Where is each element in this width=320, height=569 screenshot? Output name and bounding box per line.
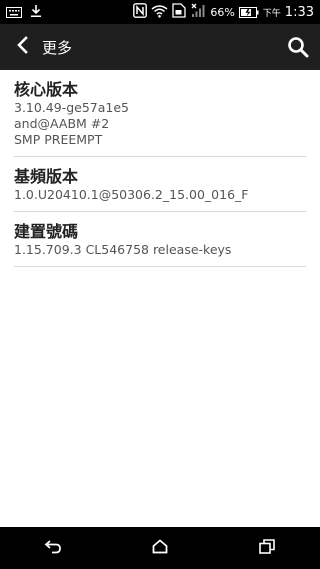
action-bar: 更多 (0, 24, 320, 70)
search-button[interactable] (286, 35, 310, 59)
nfc-icon (133, 2, 148, 22)
settings-list: 核心版本 3.10.49-ge57a1e5 and@AABM #2 SMP PR… (0, 70, 320, 267)
battery-percent: 66% (210, 5, 235, 19)
signal-icon (190, 3, 206, 22)
status-bar: 66% 下午 1:33 (0, 0, 320, 24)
nav-back-button[interactable] (33, 527, 73, 569)
list-item-kernel-version[interactable]: 核心版本 3.10.49-ge57a1e5 and@AABM #2 SMP PR… (14, 70, 306, 157)
sim-icon (172, 2, 186, 22)
item-value: 1.15.709.3 CL546758 release-keys (14, 242, 232, 257)
status-bar-system: 66% 下午 1:33 (129, 2, 314, 22)
item-title: 基頻版本 (14, 167, 79, 186)
item-title: 核心版本 (14, 80, 79, 99)
download-icon (30, 3, 42, 22)
status-ampm: 下午 (262, 8, 281, 19)
back-button[interactable] (4, 24, 40, 70)
item-title: 建置號碼 (14, 222, 79, 241)
home-icon (152, 538, 168, 558)
item-value: and@AABM #2 (14, 116, 110, 131)
battery-icon (238, 3, 259, 22)
back-icon (44, 539, 62, 558)
status-bar-notifications (6, 3, 50, 22)
navigation-bar (0, 527, 320, 569)
item-value: 3.10.49-ge57a1e5 (14, 100, 130, 115)
item-value: SMP PREEMPT (14, 132, 103, 147)
keyboard-icon (6, 3, 22, 22)
status-time: 1:33 (284, 4, 314, 20)
list-item-build-number[interactable]: 建置號碼 1.15.709.3 CL546758 release-keys (14, 212, 306, 267)
recent-apps-icon (258, 538, 275, 558)
page-title: 更多 (42, 38, 73, 57)
nav-recent-apps-button[interactable] (247, 527, 287, 569)
item-value: 1.0.U20410.1@50306.2_15.00_016_F (14, 187, 249, 202)
back-arrow-icon (15, 36, 29, 58)
list-item-baseband-version[interactable]: 基頻版本 1.0.U20410.1@50306.2_15.00_016_F (14, 157, 306, 212)
wifi-icon (151, 3, 168, 22)
search-icon (286, 37, 310, 63)
nav-home-button[interactable] (140, 527, 180, 569)
